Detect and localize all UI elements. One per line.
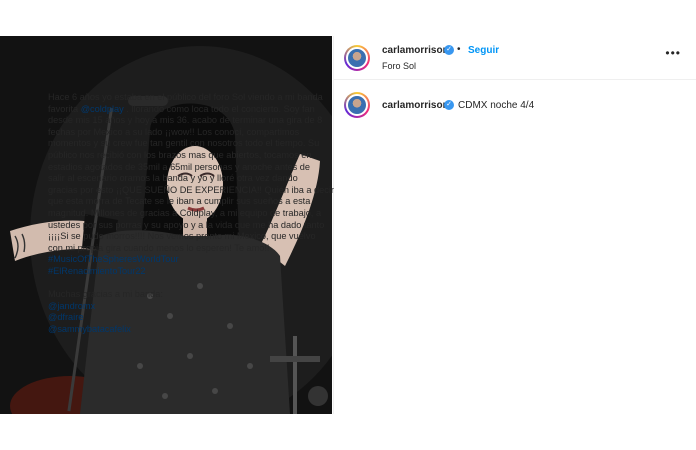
caption-line: Hace 6 años yo estaba en el público del … xyxy=(48,92,323,102)
location-link[interactable]: Foro Sol xyxy=(382,61,416,71)
caption-text: Hace 6 años yo estaba en el público del … xyxy=(48,92,354,335)
caption-line: estadios agotados de 35mil a 65mil perso… xyxy=(48,161,311,172)
mention-coldplay-link[interactable]: @coldplay xyxy=(81,104,124,114)
verified-badge-icon: ✓ xyxy=(444,45,454,55)
caption-fragment: favorita xyxy=(48,103,81,114)
bottom-margin xyxy=(0,414,696,450)
post-sidebar: carlamorrison ✓ • Seguir Foro Sol ••• ca… xyxy=(333,36,696,414)
thanks-line: Muchas gracias a mi banda: xyxy=(48,289,163,300)
band-mention-link[interactable]: @dfraire xyxy=(48,312,354,324)
caption-line: que esta morra de Tecate se le iban a cu… xyxy=(48,196,311,207)
caption-line: magnitud. Millones de gracias a Coldplay… xyxy=(48,207,322,218)
caption-line: favorita @coldplay . llorando como loca … xyxy=(48,104,354,116)
caption-line: fechas por Mexico a su lado ¡¡wow!! Los … xyxy=(48,126,300,137)
instagram-post-screenshot: carlamorrison ✓ • Seguir Foro Sol ••• ca… xyxy=(0,0,696,450)
caption-title: CDMX noche 4/4 xyxy=(458,100,535,111)
caption-line: con mi propia gira cuando menos lo esper… xyxy=(48,242,270,253)
caption-line: desde mis 15 años y hoy a mis 36. acabo … xyxy=(48,115,323,126)
more-options-icon[interactable]: ••• xyxy=(665,46,681,60)
post-header: carlamorrison ✓ • Seguir Foro Sol ••• xyxy=(334,36,696,80)
separator-dot: • xyxy=(457,44,461,55)
band-mention-link[interactable]: @sammybatacafelix xyxy=(48,324,354,336)
avatar[interactable] xyxy=(344,45,370,71)
header-username[interactable]: carlamorrison xyxy=(382,45,449,56)
caption-line: ¡¡¡¡Si se pudo morros!!!! Nos vemos pron… xyxy=(48,231,316,242)
follow-button[interactable]: Seguir xyxy=(468,45,499,56)
caption-line: público nos recibió con los brazos mas q… xyxy=(48,149,312,160)
caption-line: momentos y su crew fue tan gentil con no… xyxy=(48,138,320,149)
caption-line: ustedes por sus porras y su apoyo y a la… xyxy=(48,219,325,230)
hashtag-link[interactable]: #MusicOfTheSpheresWorldTour xyxy=(48,254,354,266)
caption-line: gracias por esto ¡¡QUE SUEÑO DE EXPERIEN… xyxy=(48,184,334,195)
caption-line: salir al escenario oramos la banda y yo … xyxy=(48,173,298,184)
band-mention-link[interactable]: @jandromx xyxy=(48,301,354,313)
caption-fragment: . llorando como loca todo el concierto. … xyxy=(123,103,315,114)
hashtag-link[interactable]: #ElRenacimientoTour22 xyxy=(48,266,354,278)
caption-username[interactable]: carlamorrison xyxy=(382,100,449,111)
verified-badge-icon: ✓ xyxy=(444,100,454,110)
